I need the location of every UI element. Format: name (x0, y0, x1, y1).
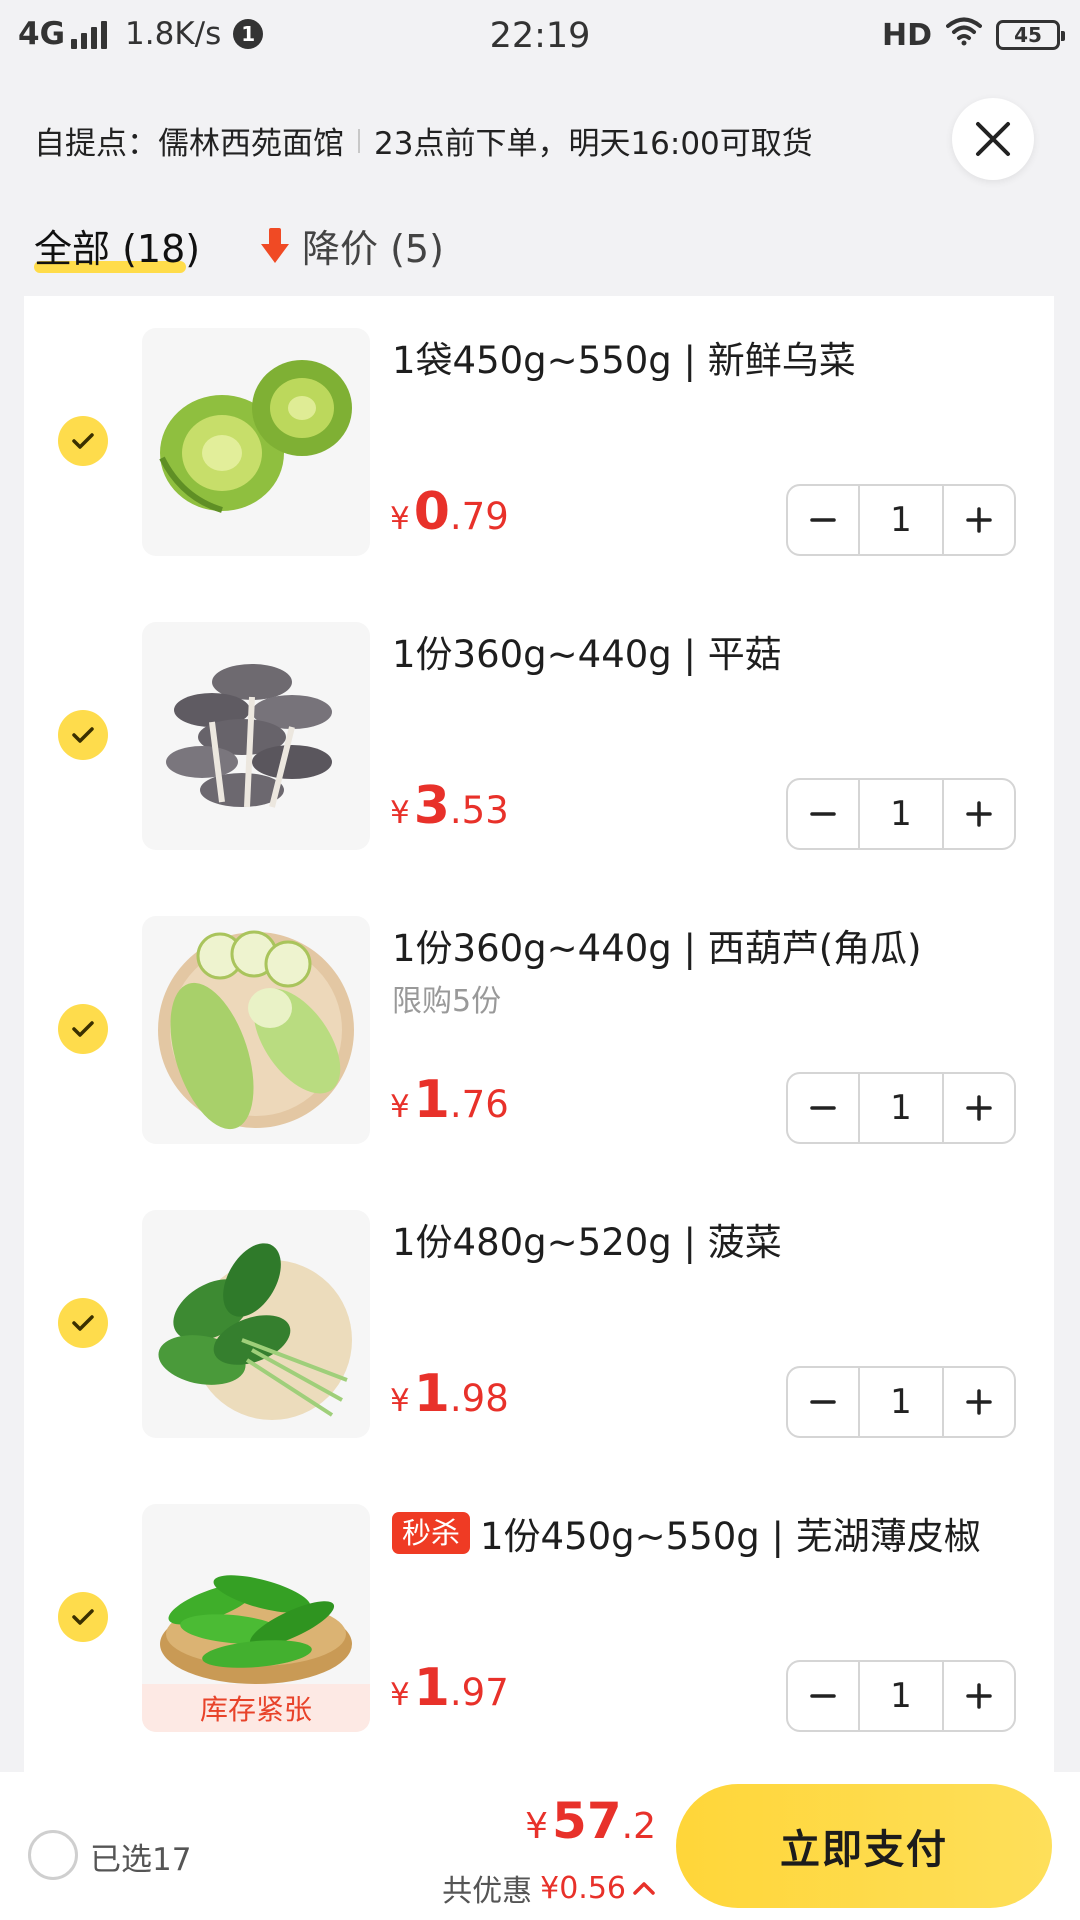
item-checkbox[interactable] (58, 710, 108, 760)
product-price: ¥0.79 (390, 482, 509, 542)
battery-icon: 45 (996, 20, 1065, 50)
quantity-value[interactable]: 1 (858, 486, 944, 554)
discount-label: 共优惠 (442, 1874, 533, 1909)
product-image[interactable] (142, 328, 370, 556)
quantity-value[interactable]: 1 (858, 1074, 944, 1142)
quantity-value[interactable]: 1 (858, 780, 944, 848)
product-price: ¥3.53 (390, 776, 509, 836)
plus-icon (966, 1095, 992, 1121)
item-checkbox[interactable] (58, 1004, 108, 1054)
spinach-icon (158, 1243, 352, 1420)
product-title: 1份450g~550g | 芜湖薄皮椒 (480, 1515, 981, 1558)
mushroom-icon (166, 664, 332, 808)
check-icon (72, 1315, 94, 1331)
minus-icon (810, 1106, 836, 1110)
decrement-button[interactable] (788, 1662, 858, 1730)
selected-count: 已选17 (90, 1842, 192, 1878)
quantity-stepper: 1 (786, 778, 1016, 850)
zucchini-icon (158, 930, 354, 1130)
flash-sale-badge: 秒杀 (392, 1512, 471, 1554)
product-title: 1袋450g~550g | 新鲜乌菜 (392, 339, 856, 382)
increment-button[interactable] (944, 1074, 1014, 1142)
product-title: 1份360g~440g | 平菇 (392, 633, 782, 676)
divider (358, 128, 360, 153)
chevron-up-icon (633, 1882, 655, 1895)
cart-item: 库存紧张 秒杀 1份450g~550g | 芜湖薄皮椒 ¥1.97 1 (24, 1472, 1054, 1766)
hd-indicator: HD (881, 17, 932, 53)
decrement-button[interactable] (788, 486, 858, 554)
item-checkbox[interactable] (58, 416, 108, 466)
plus-icon (966, 507, 992, 533)
arrow-down-icon (261, 227, 289, 263)
cart-item: 1份360g~440g | 西葫芦(角瓜) 限购5份 ¥1.76 1 (24, 884, 1054, 1178)
product-title: 1份360g~440g | 西葫芦(角瓜) (392, 927, 922, 970)
increment-button[interactable] (944, 486, 1014, 554)
product-price: ¥1.98 (390, 1364, 509, 1424)
quantity-stepper: 1 (786, 1072, 1016, 1144)
cart-item: 1份480g~520g | 菠菜 ¥1.98 1 (24, 1178, 1054, 1472)
product-image[interactable]: 库存紧张 (142, 1504, 370, 1732)
plus-icon (966, 801, 992, 827)
pickup-info: 自提点：儒林西苑面馆 23点前下单，明天16:00可取货 (34, 118, 813, 163)
product-image[interactable] (142, 1210, 370, 1438)
minus-icon (810, 812, 836, 816)
product-title: 1份480g~520g | 菠菜 (392, 1221, 782, 1264)
cart-page: 4G 1.8K/s 1 22:19 HD 45 自提点：儒林西苑面馆 23点前下… (0, 0, 1080, 1920)
discount-amount: ¥0.56 (540, 1870, 626, 1906)
cabbage-icon (159, 360, 352, 513)
cart-list: 1袋450g~550g | 新鲜乌菜 ¥0.79 1 1份360g~440g |… (24, 296, 1054, 1772)
decrement-button[interactable] (788, 1074, 858, 1142)
pickup-schedule: 23点前下单，明天16:00可取货 (374, 126, 813, 162)
checkout-bar: 已选17 ¥57.2 共优惠 ¥0.56 立即支付 (0, 1772, 1080, 1920)
quantity-stepper: 1 (786, 484, 1016, 556)
product-image[interactable] (142, 916, 370, 1144)
product-price: ¥1.76 (390, 1070, 509, 1130)
select-all-checkbox[interactable] (28, 1830, 78, 1880)
minus-icon (810, 1694, 836, 1698)
discount-summary[interactable]: 共优惠 ¥0.56 (442, 1866, 656, 1910)
product-image[interactable] (142, 622, 370, 850)
increment-button[interactable] (944, 1368, 1014, 1436)
pay-now-button[interactable]: 立即支付 (676, 1784, 1052, 1908)
increment-button[interactable] (944, 780, 1014, 848)
plus-icon (966, 1683, 992, 1709)
cart-item: 1份360g~440g | 平菇 ¥3.53 1 (24, 590, 1054, 884)
pickup-location: 自提点：儒林西苑面馆 (34, 126, 344, 162)
plus-icon (966, 1389, 992, 1415)
check-icon (72, 1609, 94, 1625)
item-checkbox[interactable] (58, 1298, 108, 1348)
check-icon (72, 1021, 94, 1037)
wifi-icon (946, 16, 982, 54)
purchase-limit: 限购5份 (392, 984, 502, 1019)
quantity-value[interactable]: 1 (858, 1368, 944, 1436)
quantity-stepper: 1 (786, 1660, 1016, 1732)
total-price: ¥57.2 (525, 1792, 656, 1850)
stock-warning: 库存紧张 (142, 1684, 370, 1732)
check-icon (72, 433, 94, 449)
minus-icon (810, 518, 836, 522)
minus-icon (810, 1400, 836, 1404)
close-button[interactable] (952, 98, 1034, 180)
tab-price-drop[interactable]: 降价 (5) (260, 218, 444, 273)
decrement-button[interactable] (788, 780, 858, 848)
tab-all[interactable]: 全部 (18) (34, 218, 200, 273)
cart-item: 1袋450g~550g | 新鲜乌菜 ¥0.79 1 (24, 296, 1054, 590)
close-icon (976, 122, 1010, 156)
quantity-stepper: 1 (786, 1366, 1016, 1438)
decrement-button[interactable] (788, 1368, 858, 1436)
increment-button[interactable] (944, 1662, 1014, 1730)
quantity-value[interactable]: 1 (858, 1662, 944, 1730)
product-price: ¥1.97 (390, 1658, 509, 1718)
status-bar: 4G 1.8K/s 1 22:19 HD 45 (0, 0, 1080, 80)
check-icon (72, 727, 94, 743)
item-checkbox[interactable] (58, 1592, 108, 1642)
